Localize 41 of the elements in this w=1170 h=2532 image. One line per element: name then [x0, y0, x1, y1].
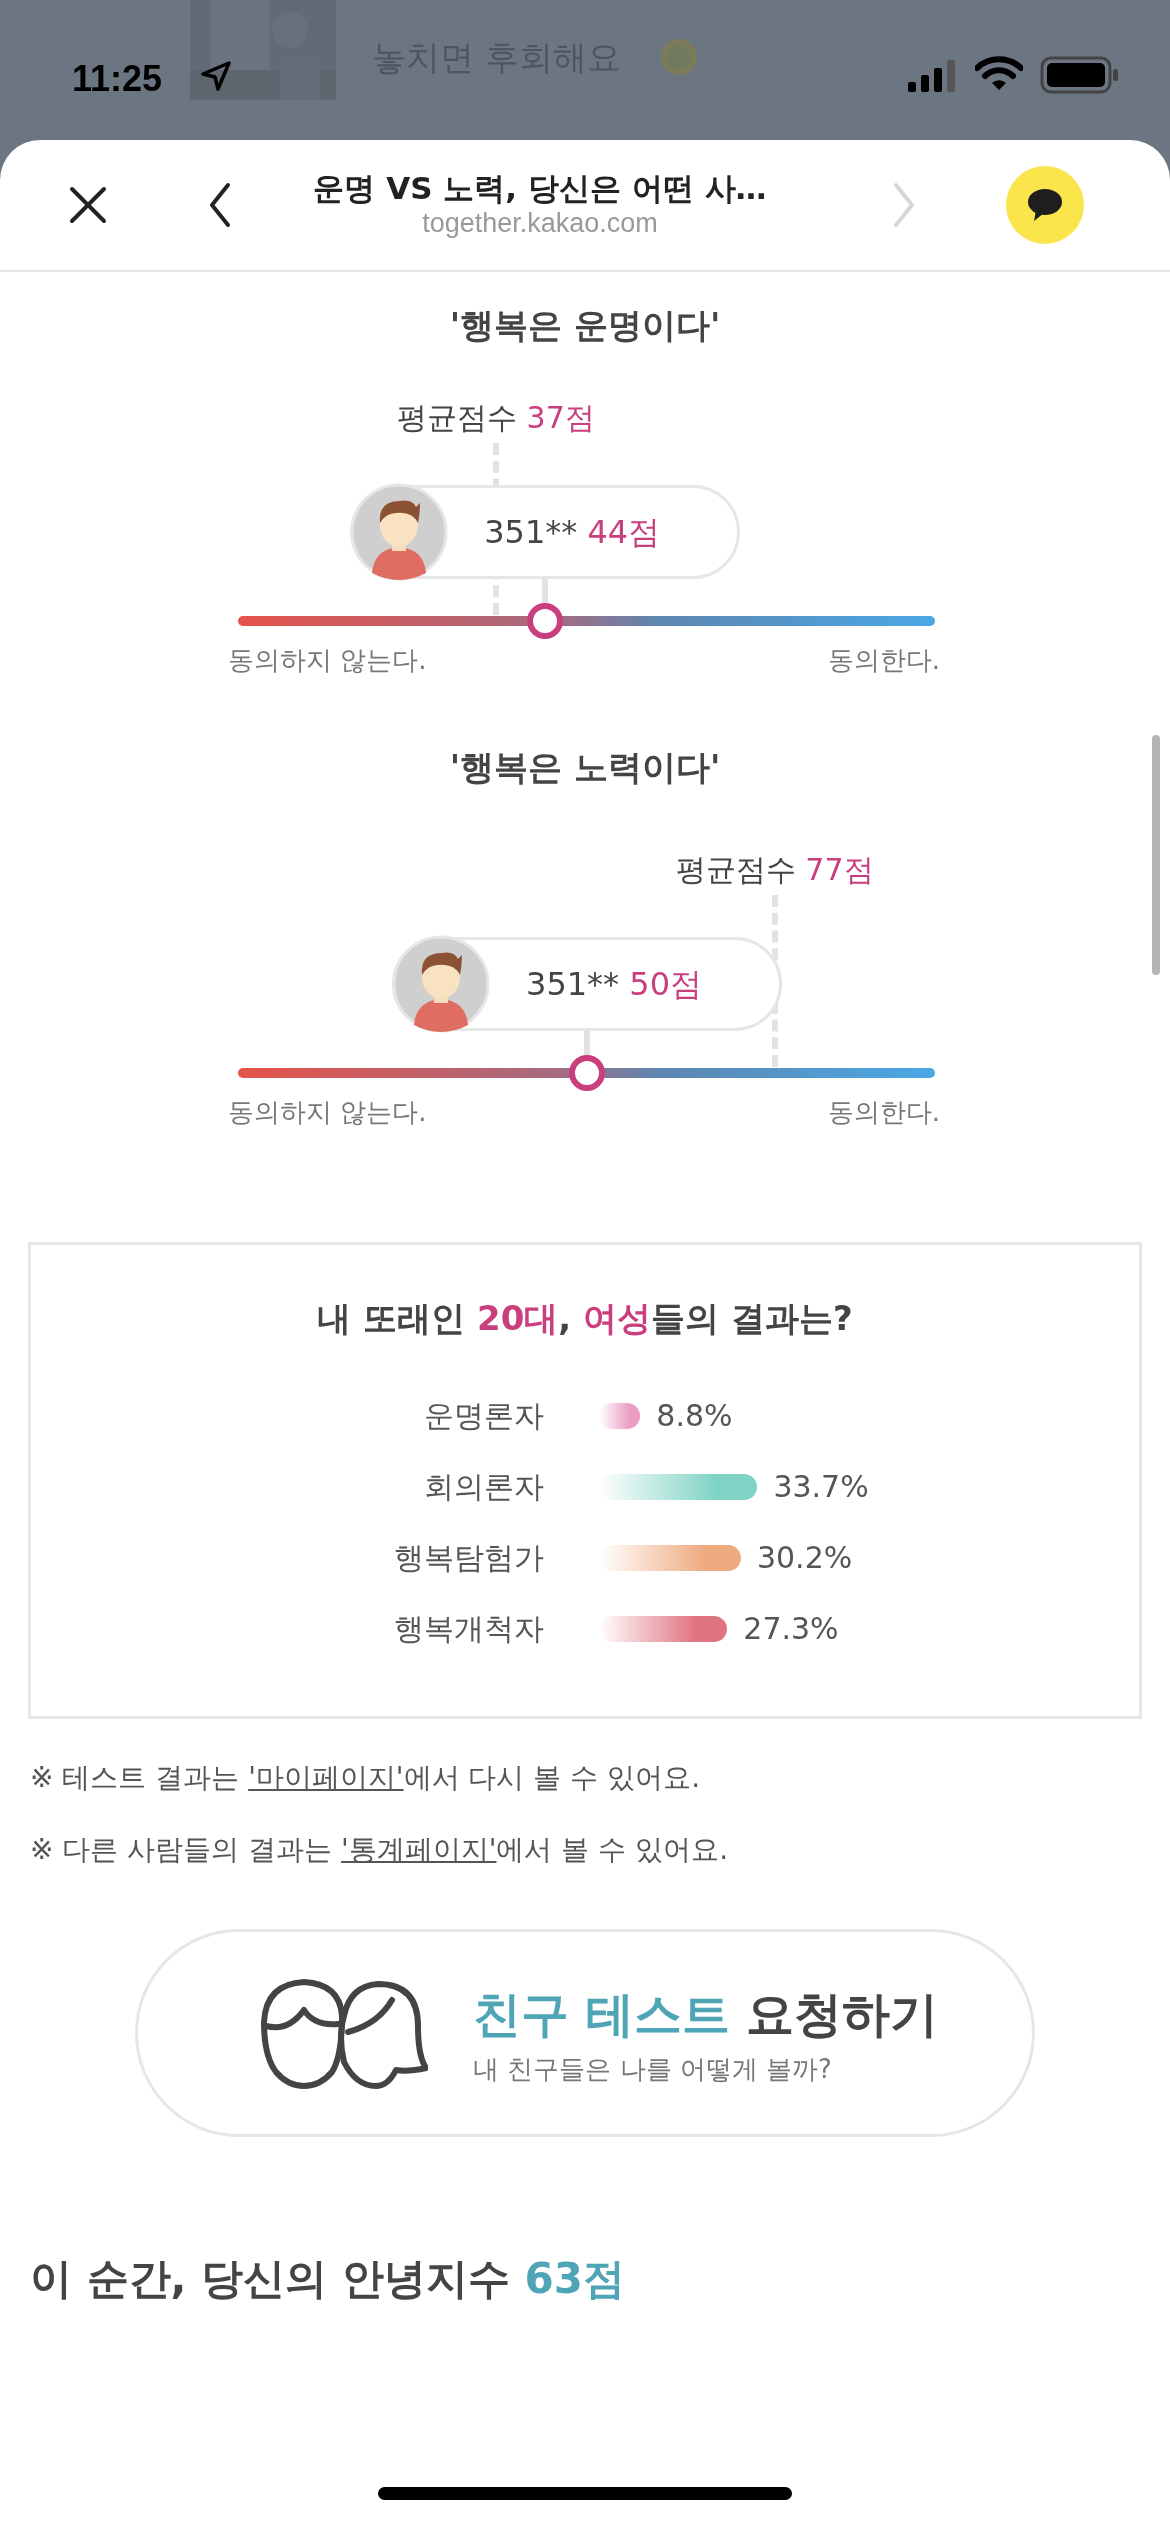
type-label: 회의론자: [423, 1468, 544, 1506]
friend-test-title: 친구 테스트 요청하기: [473, 1984, 939, 2044]
status-time: 11:25: [72, 57, 163, 101]
average-label: 평균점수: [397, 400, 517, 435]
disagree-label: 동의하지 않는다.: [228, 644, 427, 677]
page-title: 운명 VS 노력, 당신은 어떤 사…: [312, 170, 768, 208]
battery-icon: [1040, 56, 1120, 94]
percent-value: 30.2%: [756, 1539, 853, 1577]
agree-label: 동의한다.: [827, 644, 940, 677]
percent-value: 8.8%: [656, 1397, 733, 1435]
average-score: 77점: [805, 852, 874, 887]
note-text: ※ 다른 사람들의 결과는 '통계페이지'에서 볼 수 있어요.: [30, 1832, 730, 1868]
user-score: 50점: [629, 965, 702, 1003]
emoji-icon: [660, 38, 698, 76]
page-link[interactable]: '마이페이지': [248, 1761, 404, 1794]
agree-label: 동의한다.: [827, 1096, 940, 1129]
results-title: 내 또래인 20대, 여성들의 결과는?: [316, 1297, 854, 1340]
page-url: together.kakao.com: [421, 207, 659, 240]
disagree-label: 동의하지 않는다.: [228, 1096, 427, 1129]
two-people-icon: [258, 1976, 428, 2090]
user-id: 351**: [526, 965, 620, 1003]
chat-icon[interactable]: [1006, 166, 1084, 244]
type-label: 행복탐험가: [393, 1539, 544, 1577]
section-title: '행복은 노력이다': [448, 746, 722, 789]
wellbeing-heading: 이 순간, 당신의 안녕지수 63점: [30, 2253, 626, 2305]
page-link[interactable]: '통계페이지': [341, 1833, 497, 1866]
user-score: 44점: [587, 513, 661, 551]
friend-test-subtitle: 내 친구들은 나를 어떻게 볼까?: [473, 2052, 833, 2086]
section-title: '행복은 운명이다': [448, 304, 722, 347]
type-label: 행복개척자: [393, 1610, 544, 1648]
location-arrow-icon: [200, 60, 232, 92]
note-text: ※ 테스트 결과는 '마이페이지'에서 다시 볼 수 있어요.: [30, 1760, 702, 1796]
average-score: 37점: [526, 400, 595, 435]
scrollbar[interactable]: [1152, 735, 1160, 975]
friend-test-button[interactable]: 친구 테스트 요청하기 내 친구들은 나를 어떻게 볼까?: [135, 1929, 1035, 2137]
wifi-icon: [975, 56, 1023, 92]
type-label: 운명론자: [423, 1397, 544, 1435]
user-id: 351**: [484, 513, 578, 551]
percent-value: 27.3%: [743, 1610, 839, 1648]
average-label: 평균점수: [675, 852, 796, 887]
percent-value: 33.7%: [773, 1468, 869, 1506]
